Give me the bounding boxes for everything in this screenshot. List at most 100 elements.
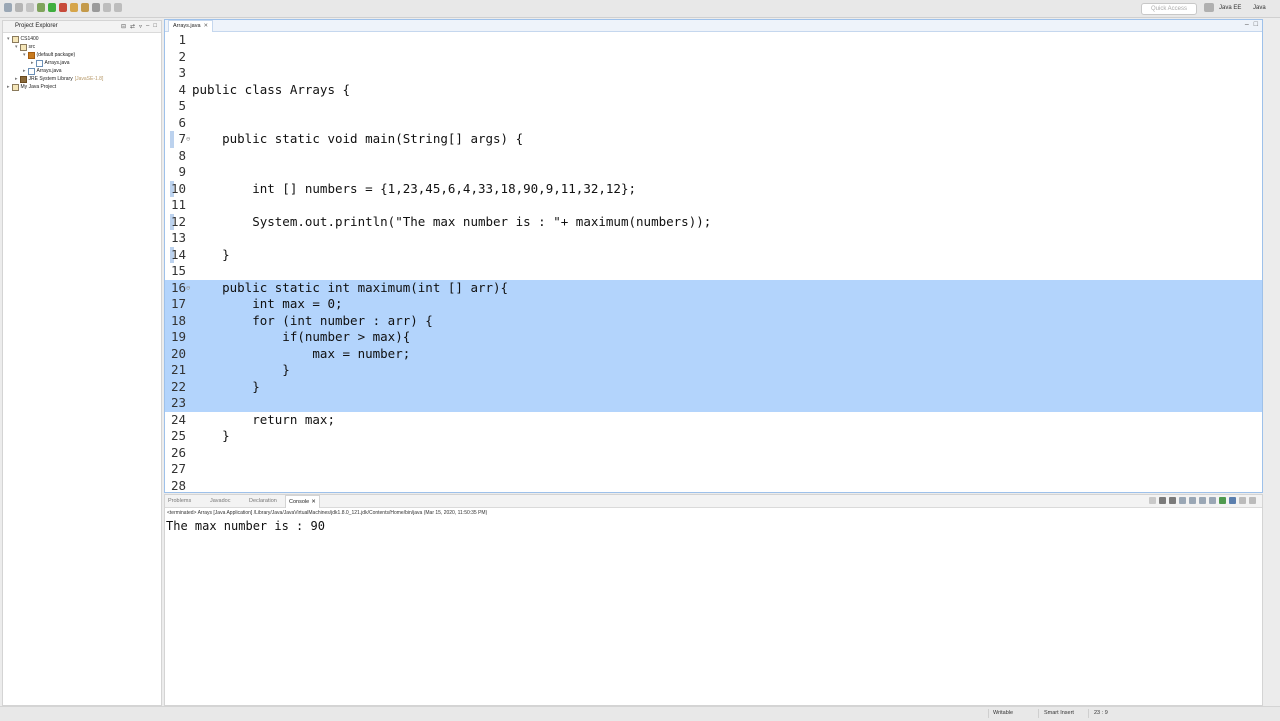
code-line[interactable]: 27 (165, 461, 1262, 478)
search-icon[interactable] (92, 3, 100, 12)
expanded-icon[interactable]: ▾ (23, 51, 26, 59)
expanded-icon[interactable]: ▾ (7, 35, 10, 43)
code-line[interactable]: 26 (165, 445, 1262, 462)
code-line[interactable]: 21 } (165, 362, 1262, 379)
code-line[interactable]: 16 ⊖ public static int maximum(int [] arr… (165, 279, 1262, 297)
perspective-java[interactable]: Java (1253, 3, 1266, 13)
run-icon[interactable] (48, 3, 56, 12)
line-number: 8 (178, 147, 186, 163)
maximize-icon[interactable]: □ (153, 23, 157, 30)
tab-javadoc[interactable]: Javadoc (210, 495, 231, 507)
remove-launch-icon[interactable] (1159, 497, 1166, 504)
word-wrap-icon[interactable] (1199, 497, 1206, 504)
maximize-icon[interactable] (1249, 497, 1256, 504)
link-editor-icon[interactable]: ⇄ (130, 23, 135, 30)
code-text: if(number > max){ (192, 329, 411, 344)
code-line[interactable]: 10 int [] numbers = {1,23,45,6,4,33,18,9… (165, 180, 1262, 197)
code-line[interactable]: 1 (165, 32, 1262, 49)
tree-item-default-package[interactable]: ▾ (default package) (23, 51, 75, 59)
toolbar-icons (4, 3, 122, 12)
code-line[interactable]: 2 (165, 49, 1262, 66)
minimize-icon[interactable]: – (146, 23, 149, 30)
code-line[interactable]: 9 (165, 164, 1262, 181)
code-line[interactable]: 19 if(number > max){ (165, 329, 1262, 346)
code-line[interactable]: 14 } (165, 246, 1262, 263)
tree-item-jre-library[interactable]: ▸ JRE System Library [JavaSE-1.8] (15, 75, 103, 83)
scroll-lock-icon[interactable] (1189, 497, 1196, 504)
code-line[interactable]: 22 } (165, 378, 1262, 395)
pin-console-icon[interactable] (1209, 497, 1216, 504)
debug-icon[interactable] (37, 3, 45, 12)
new-java-project-icon[interactable] (70, 3, 78, 12)
tab-console[interactable]: Console ✕ (285, 495, 320, 508)
tree-item-arrays-java-2[interactable]: ▸ Arrays.java (23, 67, 62, 75)
back-icon[interactable] (103, 3, 111, 12)
code-line[interactable]: 23 (165, 395, 1262, 412)
divider (1038, 709, 1039, 718)
terminate-icon[interactable] (1149, 497, 1156, 504)
line-number: 7 (178, 131, 186, 146)
save-icon[interactable] (15, 3, 23, 12)
clear-console-icon[interactable] (1179, 497, 1186, 504)
expanded-icon[interactable]: ▾ (15, 43, 18, 51)
code-line[interactable]: 24 return max; (165, 412, 1262, 429)
line-number: 22 (170, 378, 186, 394)
new-icon[interactable] (4, 3, 12, 12)
code-line[interactable]: 4 public class Arrays { (165, 82, 1262, 99)
close-icon[interactable]: ✕ (311, 496, 316, 508)
line-number: 17 (170, 296, 186, 311)
code-editor[interactable]: Arrays.java ✕ – □ 1 2 3 4 public class Array… (164, 19, 1263, 493)
tab-label: Problems (168, 498, 192, 504)
forward-icon[interactable] (114, 3, 122, 12)
line-number: 12 (170, 213, 186, 229)
code-line[interactable]: 7 ⊖ public static void main(String[] args… (165, 131, 1262, 148)
code-line[interactable]: 20 max = number; (165, 345, 1262, 362)
view-menu-icon[interactable]: ▿ (139, 23, 142, 30)
perspective-java-ee[interactable]: Java EE (1219, 3, 1241, 13)
tab-declaration[interactable]: Declaration (249, 495, 277, 507)
code-line[interactable]: 18 for (int number : arr) { (165, 312, 1262, 329)
tab-problems[interactable]: Problems (168, 495, 191, 507)
minimize-icon[interactable]: – (1245, 21, 1249, 28)
collapsed-icon[interactable]: ▸ (23, 67, 26, 75)
code-line[interactable]: 5 (165, 98, 1262, 115)
remove-all-icon[interactable] (1169, 497, 1176, 504)
tree-item-label: src (28, 44, 36, 50)
tree-item-arrays-java[interactable]: ▸ Arrays.java (31, 59, 70, 67)
line-number: 24 (170, 411, 186, 427)
code-line[interactable]: 12 System.out.println("The max number is… (165, 213, 1262, 230)
code-line[interactable]: 3 (165, 65, 1262, 82)
print-icon[interactable] (26, 3, 34, 12)
tree-item-src[interactable]: ▾ src (15, 43, 35, 51)
tree-item-my-java-project[interactable]: ▸ My Java Project (7, 83, 56, 91)
line-number: 11 (170, 197, 186, 212)
quick-access-input[interactable]: Quick Access (1141, 3, 1197, 15)
code-area[interactable]: 1 2 3 4 public class Arrays {5 6 7 ⊖ public sta… (165, 32, 1262, 491)
code-line[interactable]: 17 int max = 0; (165, 296, 1262, 313)
code-line[interactable]: 6 (165, 115, 1262, 132)
tab-label: Arrays.java (173, 23, 201, 29)
maximize-icon[interactable]: □ (1254, 21, 1258, 28)
collapsed-icon[interactable]: ▸ (7, 83, 10, 91)
collapse-all-icon[interactable]: ⊟ (121, 23, 126, 30)
code-line[interactable]: 8 (165, 148, 1262, 165)
code-line[interactable]: 13 (165, 230, 1262, 247)
tab-arrays-java[interactable]: Arrays.java ✕ (168, 20, 214, 32)
code-line[interactable]: 28 (165, 478, 1262, 492)
code-line[interactable]: 25 } (165, 428, 1262, 445)
collapsed-icon[interactable]: ▸ (31, 59, 34, 67)
external-tools-icon[interactable] (59, 3, 67, 12)
display-console-icon[interactable] (1219, 497, 1226, 504)
minimize-icon[interactable] (1239, 497, 1246, 504)
line-number: 25 (170, 428, 186, 443)
tree-item-cs1400[interactable]: ▾ CS1400 (7, 35, 39, 43)
open-console-icon[interactable] (1229, 497, 1236, 504)
fold-icon[interactable]: ⊖ (186, 131, 190, 148)
close-icon[interactable]: ✕ (204, 21, 209, 32)
fold-icon[interactable]: ⊖ (186, 280, 190, 297)
code-line[interactable]: 15 (165, 263, 1262, 280)
code-line[interactable]: 11 (165, 197, 1262, 214)
open-perspective-icon[interactable] (1204, 3, 1214, 12)
collapsed-icon[interactable]: ▸ (15, 75, 18, 83)
open-type-icon[interactable] (81, 3, 89, 12)
